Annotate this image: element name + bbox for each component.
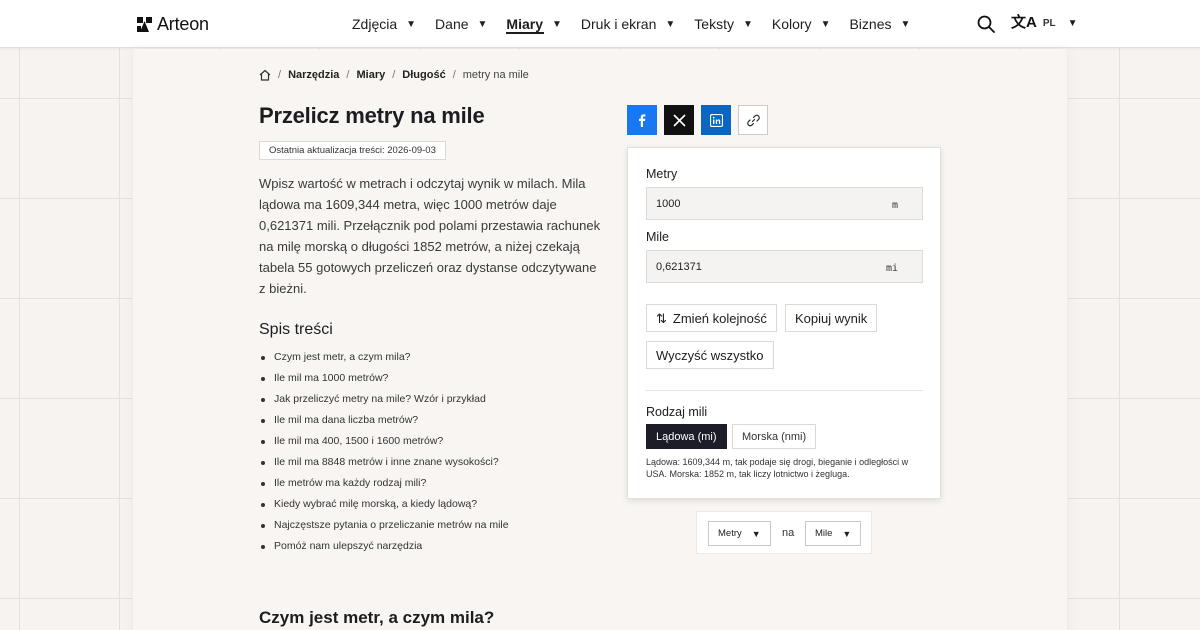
- share-buttons: [627, 105, 768, 135]
- caret-down-icon: ▼: [900, 18, 911, 30]
- breadcrumb: / Narzędzia / Miary / Długość / metry na…: [259, 69, 529, 81]
- table-of-contents: Czym jest metr, a czym mila? Ile mil ma …: [259, 347, 509, 557]
- section-heading: Czym jest metr, a czym mila?: [259, 608, 495, 627]
- meters-label: Metry: [646, 167, 678, 181]
- caret-down-icon: ▼: [477, 18, 488, 30]
- toc-link[interactable]: Ile mil ma 400, 1500 i 1600 metrów?: [259, 431, 509, 452]
- breadcrumb-link-miary[interactable]: Miary: [356, 69, 385, 81]
- breadcrumb-separator: /: [392, 69, 396, 81]
- logo[interactable]: Arteon: [137, 14, 209, 35]
- nav-item-zdjecia[interactable]: Zdjęcia ▼: [352, 0, 416, 48]
- caret-down-icon: ▼: [1067, 17, 1078, 29]
- meters-input[interactable]: [647, 188, 877, 219]
- toc-link[interactable]: Ile mil ma 8848 metrów i inne znane wyso…: [259, 452, 509, 473]
- breadcrumb-link-narzedzia[interactable]: Narzędzia: [288, 69, 339, 81]
- toc-title: Spis treści: [259, 321, 333, 338]
- nav-label: Druk i ekran: [580, 16, 657, 32]
- breadcrumb-separator: /: [346, 69, 350, 81]
- nav-label: Dane: [435, 16, 469, 32]
- swap-order-label: Zmień kolejność: [672, 310, 767, 326]
- divider: [646, 390, 923, 391]
- miles-unit: mi: [885, 263, 898, 274]
- mile-type-nautical-toggle[interactable]: Morska (nmi): [732, 424, 817, 449]
- from-unit-value: Metry: [718, 528, 742, 539]
- copy-result-label: Kopiuj wynik: [795, 310, 868, 326]
- miles-input[interactable]: [647, 251, 877, 282]
- toc-link[interactable]: Czym jest metr, a czym mila?: [259, 347, 509, 368]
- miles-field[interactable]: mi: [646, 250, 923, 283]
- caret-down-icon: ▼: [751, 528, 761, 539]
- mile-type-land-toggle[interactable]: Lądowa (mi): [646, 424, 727, 449]
- caret-down-icon: ▼: [665, 18, 676, 30]
- nav-label: Zdjęcia: [352, 16, 398, 32]
- x-icon: [672, 113, 686, 127]
- toc-link[interactable]: Najczęstsze pytania o przeliczanie metró…: [259, 515, 509, 536]
- nav-label: Kolory: [771, 16, 812, 32]
- language-switcher[interactable]: 文A PL ▼: [1011, 15, 1078, 31]
- nav-item-miary[interactable]: Miary ▼: [506, 0, 561, 48]
- caret-down-icon: ▼: [406, 18, 417, 30]
- copy-result-button[interactable]: Kopiuj wynik: [785, 304, 878, 332]
- clear-all-button[interactable]: Wyczyść wszystko: [646, 341, 774, 369]
- page-title: Przelicz metry na mile: [259, 103, 485, 128]
- meters-field[interactable]: m: [646, 187, 923, 220]
- last-updated-badge: Ostatnia aktualizacja treści: 2026-09-03: [259, 141, 446, 160]
- main-nav: Zdjęcia ▼ Dane ▼ Miary ▼ Druk i ekran ▼ …: [352, 0, 910, 48]
- miles-label: Mile: [646, 230, 669, 244]
- copy-link-button[interactable]: [738, 105, 768, 135]
- to-unit-select[interactable]: Mile ▼: [805, 521, 862, 546]
- caret-down-icon: ▼: [820, 18, 831, 30]
- breadcrumb-link-dlugosc[interactable]: Długość: [402, 69, 445, 81]
- meters-unit: m: [891, 200, 898, 211]
- nav-label: Teksty: [694, 16, 734, 32]
- search-icon[interactable]: [977, 15, 995, 33]
- caret-down-icon: ▼: [552, 18, 562, 30]
- logo-text: Arteon: [157, 14, 209, 34]
- intro-paragraph: Wpisz wartość w metrach i odczytaj wynik…: [259, 176, 601, 296]
- breadcrumb-separator: /: [452, 69, 456, 81]
- top-navigation-bar: Arteon Zdjęcia ▼ Dane ▼ Miary ▼ Druk i e…: [0, 0, 1200, 48]
- share-x-button[interactable]: [664, 105, 694, 135]
- swap-order-button[interactable]: ⇅ Zmień kolejność: [646, 304, 777, 332]
- facebook-icon: [639, 114, 646, 127]
- from-unit-select[interactable]: Metry ▼: [708, 521, 771, 546]
- home-icon[interactable]: [259, 69, 271, 81]
- nav-item-biznes[interactable]: Biznes ▼: [849, 0, 910, 48]
- mile-type-note: Lądowa: 1609,344 m, tak podaje się drogi…: [646, 457, 909, 479]
- logo-mark-icon: [137, 17, 152, 32]
- language-code: PL: [1042, 17, 1056, 29]
- toc-link[interactable]: Jak przeliczyć metry na mile? Wzór i prz…: [259, 389, 509, 410]
- unit-selector: Metry ▼ na Mile ▼: [696, 511, 872, 554]
- link-icon: [746, 114, 760, 126]
- clear-all-label: Wyczyść wszystko: [656, 347, 764, 363]
- share-linkedin-button[interactable]: [701, 105, 731, 135]
- translate-icon: 文A: [1011, 14, 1037, 31]
- converter-card: Metry m Mile mi ⇅ Zmień kolejność Kopiuj…: [627, 147, 941, 499]
- caret-down-icon: ▼: [742, 18, 753, 30]
- nav-label-active: Miary: [506, 16, 543, 32]
- breadcrumb-current: metry na mile: [462, 69, 529, 81]
- toc-link[interactable]: Ile mil ma dana liczba metrów?: [259, 410, 509, 431]
- toc-link[interactable]: Ile mil ma 1000 metrów?: [259, 368, 509, 389]
- toc-link[interactable]: Ile metrów ma każdy rodzaj mili?: [259, 473, 509, 494]
- nav-item-dane[interactable]: Dane ▼: [435, 0, 487, 48]
- nav-item-druk-i-ekran[interactable]: Druk i ekran ▼: [581, 0, 675, 48]
- breadcrumb-separator: /: [278, 69, 282, 81]
- swap-arrows-icon: ⇅: [656, 310, 667, 326]
- share-facebook-button[interactable]: [627, 105, 657, 135]
- caret-down-icon: ▼: [842, 528, 852, 539]
- toc-link[interactable]: Pomóż nam ulepszyć narzędzia: [259, 536, 509, 557]
- toc-link[interactable]: Kiedy wybrać milę morską, a kiedy lądową…: [259, 494, 509, 515]
- linkedin-icon: [709, 113, 723, 127]
- nav-label: Biznes: [849, 16, 892, 32]
- unit-connector-text: na: [782, 527, 795, 539]
- nav-item-teksty[interactable]: Teksty ▼: [694, 0, 753, 48]
- to-unit-value: Mile: [815, 528, 833, 539]
- mile-type-label: Rodzaj mili: [646, 405, 708, 419]
- nav-item-kolory[interactable]: Kolory ▼: [772, 0, 831, 48]
